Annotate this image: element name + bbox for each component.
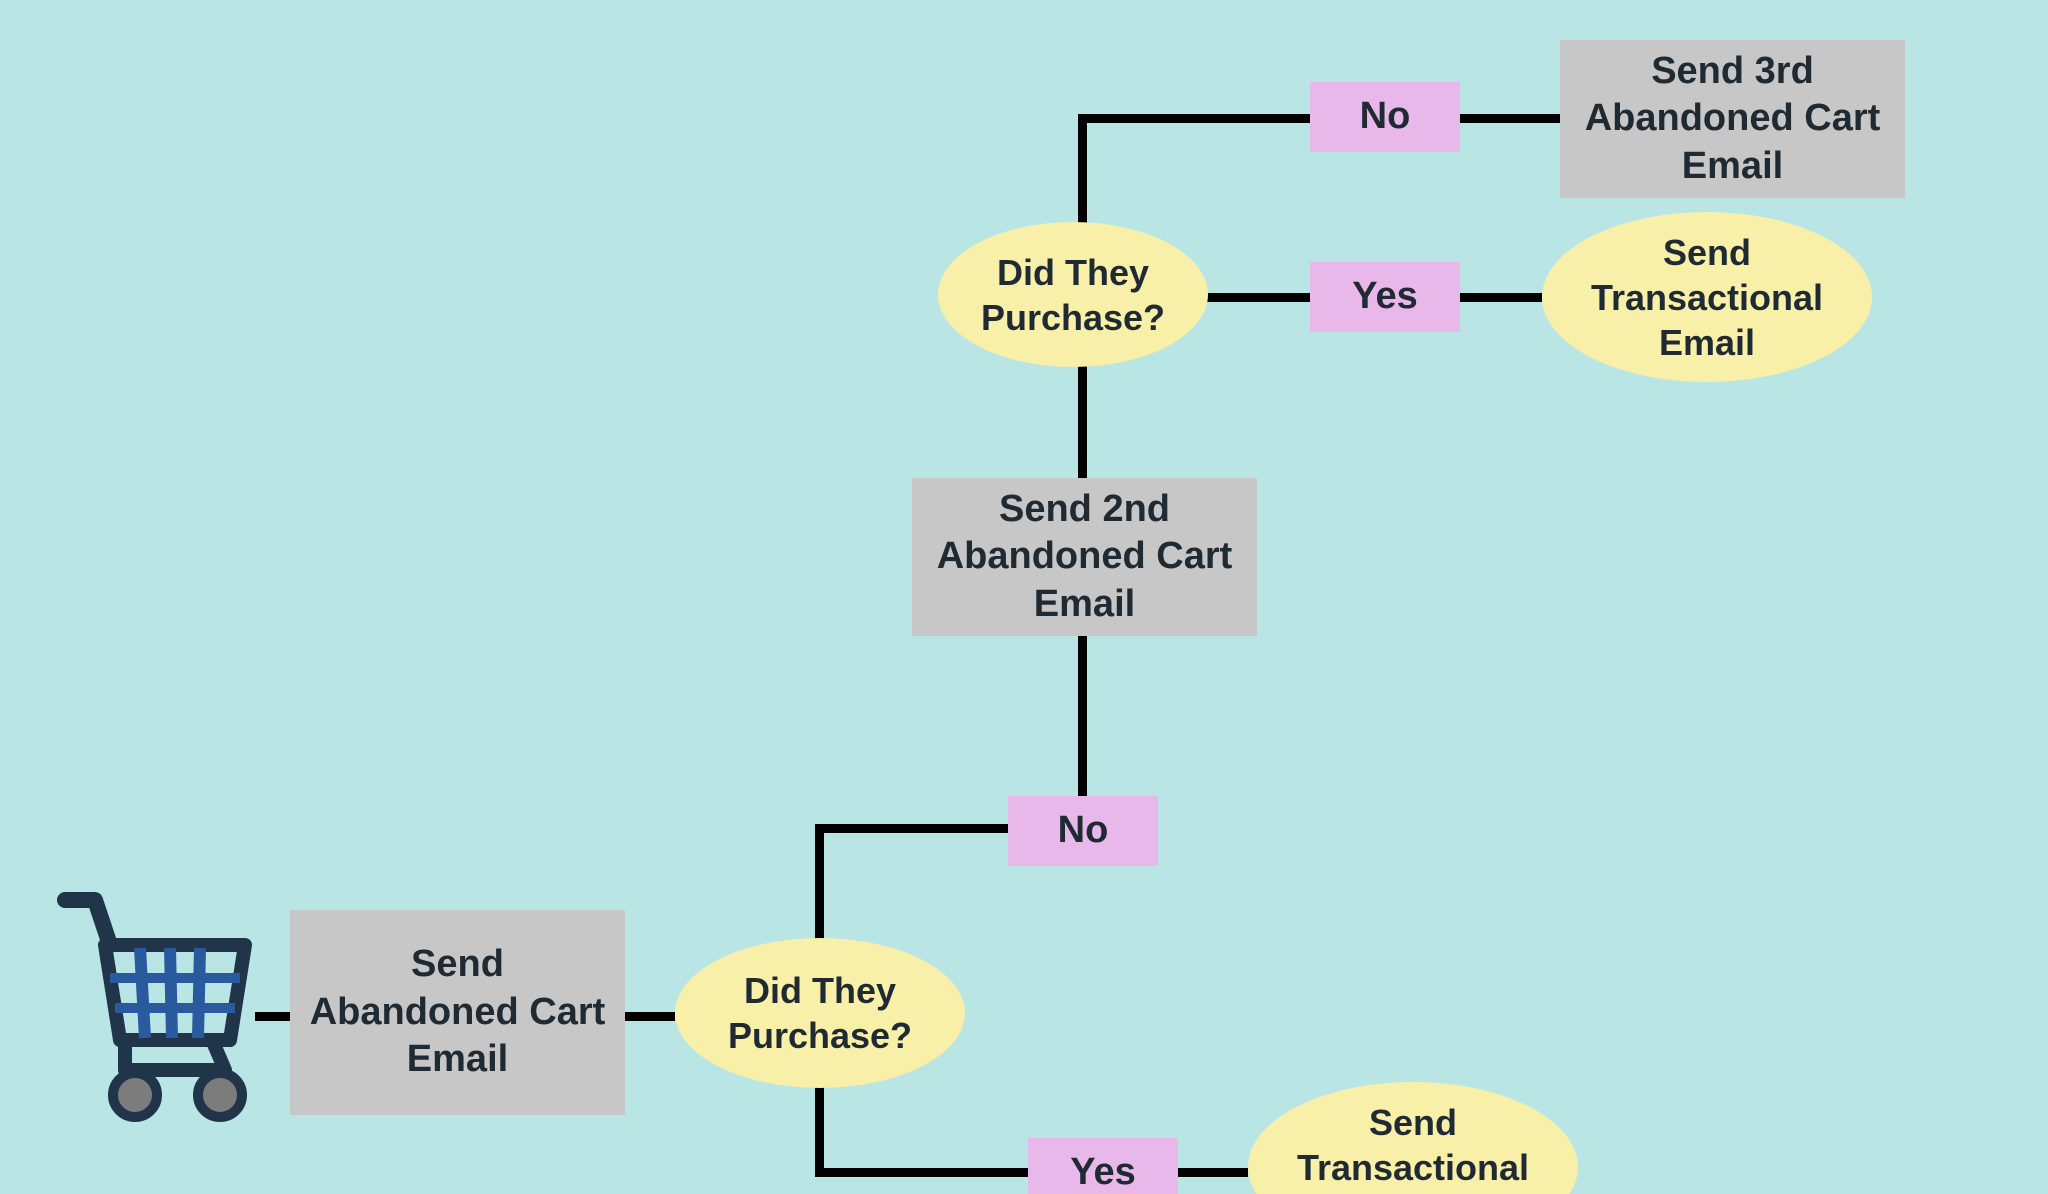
node-decision-2: Did They Purchase?	[938, 222, 1208, 367]
node-transactional-2: Send Transactional Email	[1542, 212, 1872, 382]
node-yes-2: Yes	[1310, 262, 1460, 332]
connector	[815, 824, 824, 940]
cart-icon	[35, 870, 255, 1130]
node-no-1: No	[1008, 796, 1158, 866]
flow-diagram: Send Abandoned Cart Email Did They Purch…	[0, 0, 2048, 1194]
node-send-abandoned-cart-2: Send 2nd Abandoned Cart Email	[912, 478, 1257, 636]
connector	[625, 1012, 675, 1021]
connector	[1205, 293, 1310, 302]
connector	[815, 1168, 1028, 1177]
connector	[1460, 114, 1560, 123]
node-send-abandoned-cart-3: Send 3rd Abandoned Cart Email	[1560, 40, 1905, 198]
connector	[815, 1086, 824, 1176]
connector	[815, 824, 1008, 833]
connector	[255, 1012, 290, 1021]
connector	[1178, 1168, 1248, 1177]
node-yes-1: Yes	[1028, 1138, 1178, 1194]
node-send-abandoned-cart-1: Send Abandoned Cart Email	[290, 910, 625, 1115]
connector	[1078, 634, 1087, 798]
node-no-2: No	[1310, 82, 1460, 152]
node-decision-1: Did They Purchase?	[675, 938, 965, 1088]
connector	[1460, 293, 1542, 302]
node-transactional-1: Send Transactional Email	[1248, 1082, 1578, 1194]
connector	[1078, 364, 1087, 480]
connector	[1078, 114, 1087, 226]
connector	[1078, 114, 1310, 123]
